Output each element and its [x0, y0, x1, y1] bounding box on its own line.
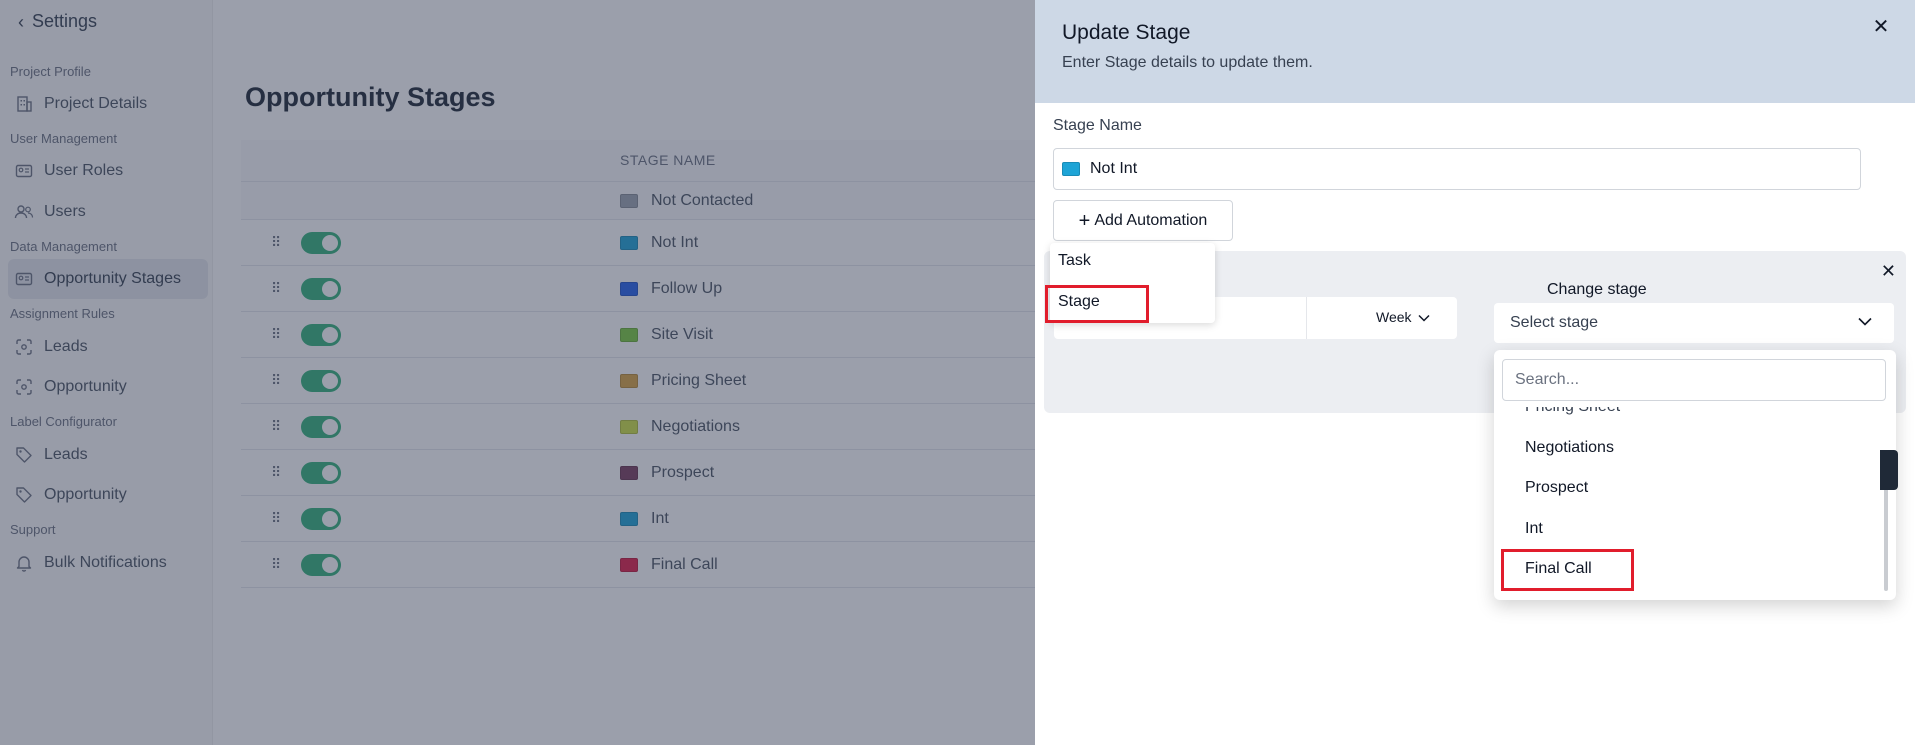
highlight-box	[1501, 549, 1634, 591]
stage-option[interactable]: Negotiations	[1525, 439, 1614, 457]
drawer-header: Update Stage Enter Stage details to upda…	[1035, 0, 1915, 103]
stage-options-dropdown: Pricing Sheet Negotiations Prospect Int …	[1494, 350, 1896, 600]
automation-type-menu: Task Stage	[1045, 243, 1215, 323]
close-icon[interactable]: ✕	[1871, 16, 1891, 38]
chevron-down-icon	[1858, 313, 1872, 329]
drawer-subtitle: Enter Stage details to update them.	[1062, 54, 1313, 71]
chevron-down-icon	[1418, 309, 1430, 325]
period-select[interactable]: Week	[1376, 309, 1430, 325]
stage-option[interactable]: Prospect	[1525, 479, 1588, 497]
change-stage-label: Change stage	[1547, 281, 1647, 298]
stage-select-placeholder: Select stage	[1510, 314, 1599, 331]
close-icon[interactable]: ✕	[1881, 261, 1896, 282]
drawer-title: Update Stage	[1062, 21, 1191, 44]
divider	[1306, 297, 1307, 339]
plus-icon: +	[1078, 209, 1091, 232]
highlight-box	[1045, 285, 1149, 323]
stage-name-input[interactable]: Not Int	[1053, 148, 1861, 190]
save-button-edge[interactable]	[1880, 450, 1898, 490]
scrollbar[interactable]	[1884, 475, 1888, 591]
add-automation-label: Add Automation	[1094, 211, 1208, 229]
period-value: Week	[1376, 309, 1412, 325]
search-input[interactable]	[1502, 359, 1886, 401]
stage-option[interactable]: Int	[1525, 520, 1543, 538]
stage-name-label: Stage Name	[1053, 117, 1142, 134]
stage-name-value: Not Int	[1090, 160, 1138, 177]
stage-select[interactable]: Select stage	[1494, 303, 1894, 343]
modal-backdrop[interactable]	[0, 0, 1035, 745]
add-automation-button[interactable]: + Add Automation	[1053, 200, 1233, 241]
menu-item-task[interactable]: Task	[1058, 252, 1091, 270]
stage-color-picker[interactable]	[1062, 162, 1080, 176]
